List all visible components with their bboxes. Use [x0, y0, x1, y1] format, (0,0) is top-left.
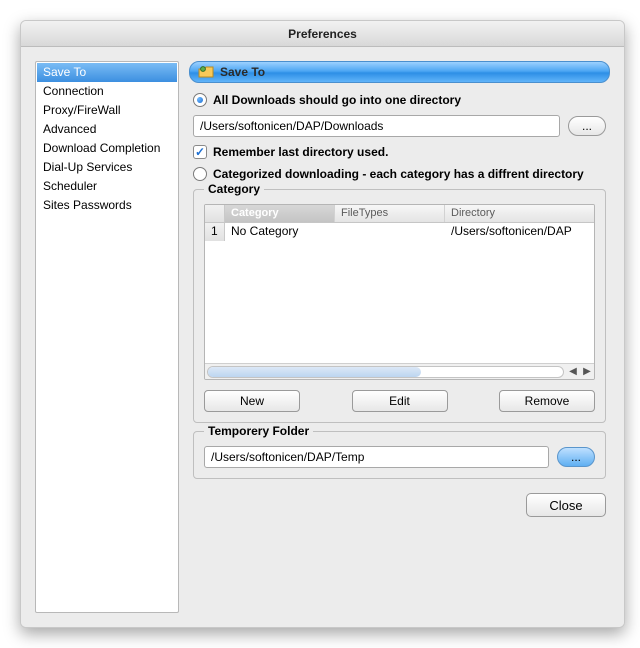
sidebar-item-sites-passwords[interactable]: Sites Passwords — [37, 196, 177, 215]
radio-all-downloads[interactable]: All Downloads should go into one directo… — [193, 93, 610, 107]
sidebar-item-scheduler[interactable]: Scheduler — [37, 177, 177, 196]
checkbox-icon: ✓ — [193, 145, 207, 159]
horizontal-scrollbar[interactable]: ◀ ▶ — [205, 363, 594, 379]
category-group: Category Category FileTypes Directory 1 … — [193, 189, 606, 423]
col-category[interactable]: Category — [225, 205, 335, 222]
row-number-header — [205, 205, 225, 222]
temp-folder-input[interactable] — [204, 446, 549, 468]
cell-category: No Category — [225, 223, 335, 241]
row-number: 1 — [205, 223, 225, 241]
scrollbar-thumb[interactable] — [208, 367, 421, 377]
radio-icon — [193, 167, 207, 181]
scrollbar-track[interactable] — [207, 366, 564, 378]
table-header: Category FileTypes Directory — [205, 205, 594, 223]
temp-folder-legend: Temporery Folder — [204, 424, 313, 438]
sidebar-item-connection[interactable]: Connection — [37, 82, 177, 101]
sidebar-item-save-to[interactable]: Save To — [37, 63, 177, 82]
preferences-window: Preferences Save To Connection Proxy/Fir… — [20, 20, 625, 628]
sidebar-item-proxy-firewall[interactable]: Proxy/FireWall — [37, 101, 177, 120]
main-panel: Save To All Downloads should go into one… — [189, 61, 610, 613]
folder-icon — [198, 64, 214, 80]
section-header: Save To — [189, 61, 610, 83]
cell-filetypes — [335, 223, 445, 241]
sidebar-item-download-completion[interactable]: Download Completion — [37, 139, 177, 158]
radio-icon — [193, 93, 207, 107]
close-button[interactable]: Close — [526, 493, 606, 517]
radio-categorized[interactable]: Categorized downloading - each category … — [193, 167, 610, 181]
sidebar-item-advanced[interactable]: Advanced — [37, 120, 177, 139]
category-legend: Category — [204, 182, 264, 196]
scroll-left-icon[interactable]: ◀ — [566, 366, 580, 377]
remember-checkbox-row[interactable]: ✓ Remember last directory used. — [193, 145, 610, 159]
category-table[interactable]: Category FileTypes Directory 1 No Catego… — [204, 204, 595, 380]
col-directory[interactable]: Directory — [445, 205, 594, 222]
sidebar: Save To Connection Proxy/FireWall Advanc… — [35, 61, 179, 613]
browse-temp-folder-button[interactable]: ... — [557, 447, 595, 467]
new-button[interactable]: New — [204, 390, 300, 412]
radio-categorized-label: Categorized downloading - each category … — [213, 167, 584, 181]
col-filetypes[interactable]: FileTypes — [335, 205, 445, 222]
cell-directory: /Users/softonicen/DAP — [445, 223, 594, 241]
radio-all-label: All Downloads should go into one directo… — [213, 93, 461, 107]
temp-folder-group: Temporery Folder ... — [193, 431, 606, 479]
remember-label: Remember last directory used. — [213, 145, 388, 159]
sidebar-item-dial-up-services[interactable]: Dial-Up Services — [37, 158, 177, 177]
section-title: Save To — [220, 65, 265, 79]
table-row[interactable]: 1 No Category /Users/softonicen/DAP — [205, 223, 594, 241]
browse-download-path-button[interactable]: ... — [568, 116, 606, 136]
remove-button[interactable]: Remove — [499, 390, 595, 412]
scroll-right-icon[interactable]: ▶ — [580, 366, 594, 377]
window-title: Preferences — [21, 21, 624, 47]
edit-button[interactable]: Edit — [352, 390, 448, 412]
download-path-input[interactable] — [193, 115, 560, 137]
